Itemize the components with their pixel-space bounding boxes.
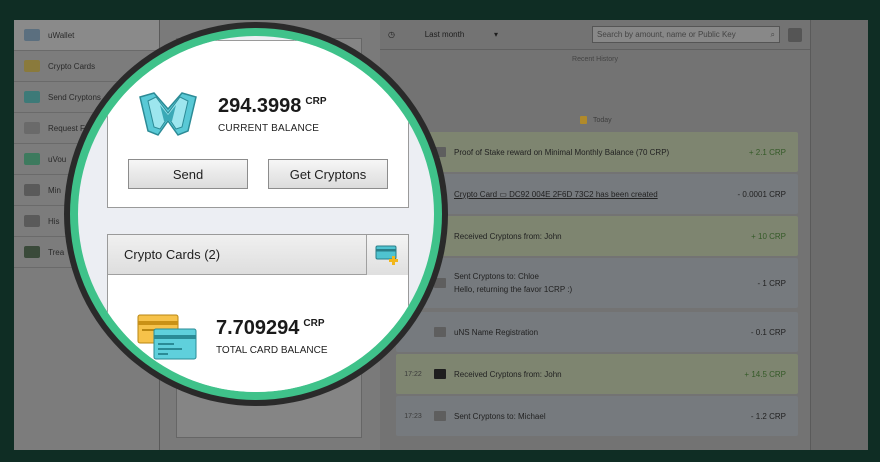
history-row[interactable]: 17:22 Received Cryptons from: John + 14.… (396, 354, 798, 394)
crypto-cards-header: Crypto Cards (2) (108, 235, 408, 275)
crypto-cards-icon (137, 314, 197, 360)
sidebar-item-label: uVou (48, 154, 67, 164)
add-card-button[interactable] (366, 235, 408, 275)
magnified-content: 294.3998 CRP CURRENT BALANCE Send Get Cry… (78, 36, 434, 392)
sidebar-item-label: Trea (48, 247, 65, 257)
row-amount: - 0.1 CRP (750, 327, 786, 337)
day-label-text: Today (593, 116, 612, 124)
search-icon: ⌕ (770, 29, 775, 39)
expand-button[interactable] (788, 27, 802, 42)
total-card-balance-label: TOTAL CARD BALANCE (216, 345, 328, 356)
voucher-icon (24, 153, 40, 165)
card-balance-unit: CRP (303, 318, 325, 329)
current-balance-value: 294.3998 (218, 95, 302, 117)
row-message: Hello, returning the favor 1CRP :) (454, 285, 573, 294)
crypton-logo-icon (139, 92, 197, 136)
treasury-icon (24, 246, 40, 258)
sidebar-item-label: uWallet (48, 30, 75, 40)
crypto-cards-title: Crypto Cards (2) (124, 247, 221, 262)
request-icon (24, 122, 40, 134)
row-amount: - 0.0001 CRP (737, 189, 786, 199)
history-row[interactable]: Crypto Card ▭ DC92 004E 2F6D 73C2 has be… (396, 174, 798, 214)
mining-icon (24, 184, 40, 196)
lock-icon (580, 116, 587, 124)
send-button[interactable]: Send (128, 159, 248, 189)
sidebar-item-label: Min (48, 185, 61, 195)
total-card-balance-value: 7.709294 (216, 317, 300, 339)
sidebar-item-label: His (48, 216, 60, 226)
history-row[interactable]: Sent Cryptons to: Chloe Hello, returning… (396, 258, 798, 308)
receive-icon (434, 369, 446, 379)
row-description[interactable]: Crypto Card ▭ DC92 004E 2F6D 73C2 has be… (454, 190, 728, 199)
history-row[interactable]: Received Cryptons from: John + 10 CRP (396, 216, 798, 256)
right-edge-panel (810, 20, 868, 450)
row-description: Proof of Stake reward on Minimal Monthly… (454, 147, 670, 157)
row-amount: + 10 CRP (751, 231, 786, 241)
send-icon (24, 91, 40, 103)
add-card-icon (375, 245, 398, 265)
search-placeholder: Search by amount, name or Public Key (597, 30, 736, 39)
search-input[interactable]: Search by amount, name or Public Key ⌕ (592, 26, 780, 43)
send-icon (434, 411, 446, 421)
get-cryptons-button[interactable]: Get Cryptons (268, 159, 388, 189)
history-toolbar: ◷ Last month ▾ Search by amount, name or… (380, 20, 810, 50)
chevron-down-icon: ▾ (493, 30, 498, 39)
section-title: Recent History (572, 56, 618, 63)
row-description: Received Cryptons from: John (454, 369, 562, 379)
current-balance: 294.3998 CRP (218, 95, 327, 118)
row-description: Sent Cryptons to: Michael (454, 411, 546, 421)
row-amount: - 1 CRP (757, 278, 786, 288)
day-label: Today (580, 116, 612, 124)
history-row[interactable]: Proof of Stake reward on Minimal Monthly… (396, 132, 798, 172)
wallet-box: 294.3998 CRP CURRENT BALANCE Send Get Cry… (107, 40, 409, 208)
row-amount: + 14.5 CRP (744, 369, 786, 379)
row-description-main: Sent Cryptons to: Chloe (454, 272, 539, 281)
row-description: Received Cryptons from: John (454, 231, 562, 241)
uns-icon (434, 327, 446, 337)
cards-icon (24, 60, 40, 72)
crypto-cards-box: Crypto Cards (2) 7.709294 CRP TOTAL CARD… (107, 234, 409, 392)
history-row[interactable]: uNS Name Registration - 0.1 CRP (396, 312, 798, 352)
wallet-icon (24, 29, 40, 41)
history-icon (24, 215, 40, 227)
row-description: Sent Cryptons to: Chloe Hello, returning… (454, 272, 728, 294)
history-row[interactable]: 17:23 Sent Cryptons to: Michael - 1.2 CR… (396, 396, 798, 436)
current-balance-label: CURRENT BALANCE (218, 123, 320, 134)
total-card-balance: 7.709294 CRP (216, 317, 325, 340)
row-amount: + 2.1 CRP (748, 147, 786, 157)
magnifier-lens: 294.3998 CRP CURRENT BALANCE Send Get Cry… (78, 36, 434, 392)
row-description: uNS Name Registration (454, 327, 539, 337)
row-amount: - 1.2 CRP (750, 411, 786, 421)
balance-unit: CRP (305, 96, 327, 107)
row-time: 17:23 (404, 412, 422, 420)
